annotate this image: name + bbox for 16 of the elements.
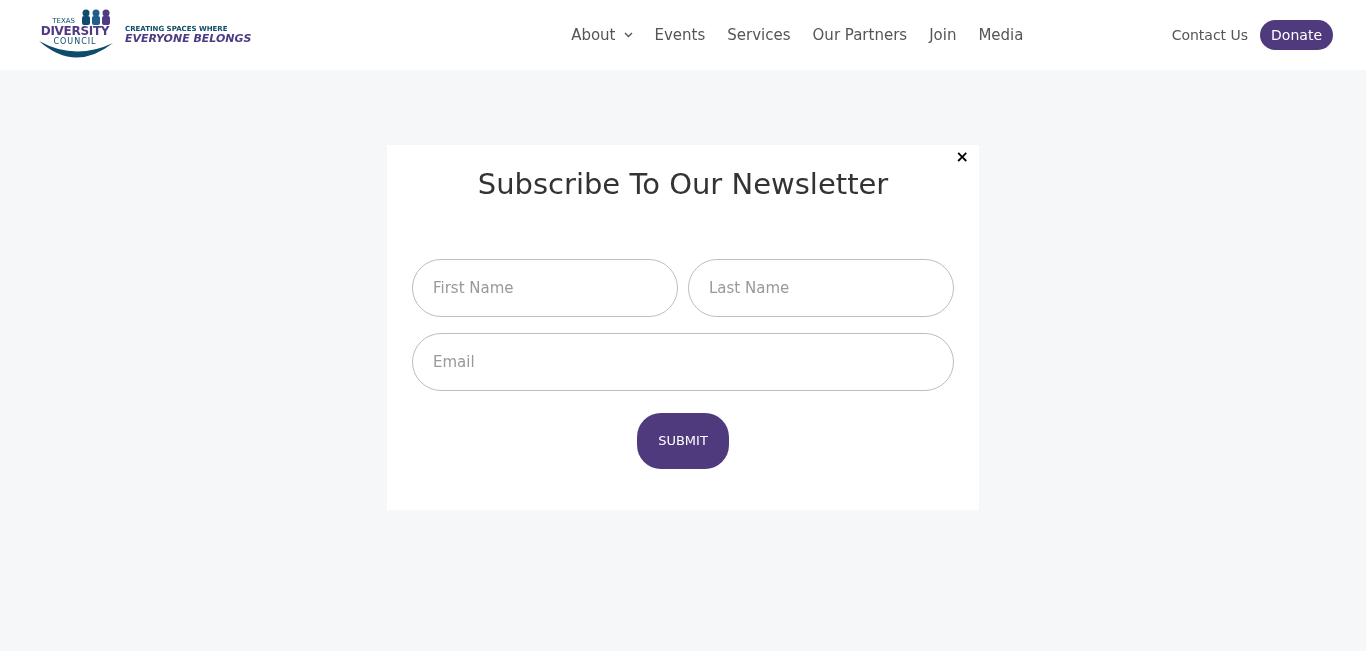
submit-button[interactable]: SUBMIT: [637, 412, 729, 469]
nav-link[interactable]: Media: [978, 23, 1024, 47]
nav-link[interactable]: Join: [929, 23, 957, 47]
last-name-field[interactable]: Last Name: [688, 258, 954, 317]
nav-link[interactable]: Our Partners: [812, 23, 908, 47]
chevron-down-icon: [623, 32, 633, 38]
close-button[interactable]: ×: [951, 149, 973, 165]
first-name-field[interactable]: First Name: [412, 258, 678, 317]
nav-link[interactable]: Events: [654, 23, 706, 47]
contact-link[interactable]: Contact Us: [1171, 24, 1249, 46]
logo-tagline: EVERYONE BELONGS: [125, 33, 252, 44]
nav-link[interactable]: Services: [727, 23, 791, 47]
email-field[interactable]: Email: [412, 332, 954, 391]
donate-button[interactable]: Donate: [1260, 20, 1333, 50]
nav-link[interactable]: About: [571, 23, 633, 47]
modal-title: Subscribe To Our Newsletter: [477, 166, 889, 203]
